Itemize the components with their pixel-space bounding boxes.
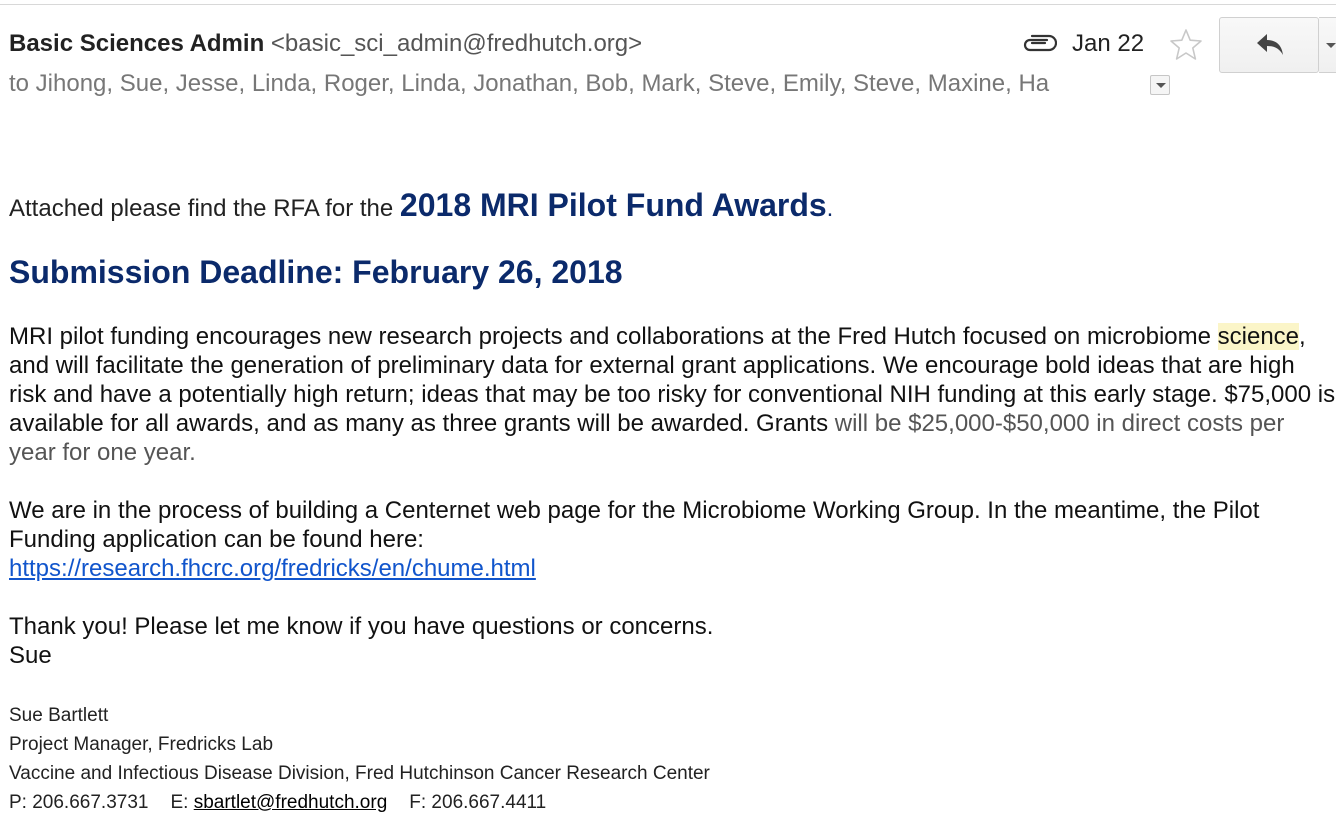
signature-title: Project Manager, Fredricks Lab bbox=[9, 734, 274, 755]
sender-email: <basic_sci_admin@fredhutch.org> bbox=[270, 30, 643, 57]
show-details-button[interactable] bbox=[1150, 75, 1170, 95]
dropdown-arrow-icon bbox=[1156, 83, 1166, 88]
signature-phone: P: 206.667.3731 bbox=[9, 792, 149, 813]
message-date: Jan 22 bbox=[1072, 30, 1145, 57]
paperclip-icon bbox=[1023, 34, 1057, 52]
highlighted-word: science bbox=[1217, 323, 1300, 350]
intro-text: Attached please find the RFA for the bbox=[9, 195, 400, 222]
para2-text: We are in the process of building a Cent… bbox=[9, 497, 1260, 553]
paragraph-funding: MRI pilot funding encourages new researc… bbox=[9, 322, 1336, 467]
submission-deadline: Submission Deadline: February 26, 2018 bbox=[9, 254, 623, 290]
signature-email-label: E: bbox=[170, 792, 194, 813]
signature-division: Vaccine and Infectious Disease Division,… bbox=[9, 763, 710, 784]
more-actions-button[interactable] bbox=[1319, 17, 1336, 73]
intro-line: Attached please find the RFA for the 201… bbox=[9, 187, 833, 224]
para1-text-a: MRI pilot funding encourages new researc… bbox=[9, 323, 1218, 350]
signoff-text: Sue bbox=[9, 642, 52, 669]
awards-title: 2018 MRI Pilot Fund Awards bbox=[399, 187, 827, 223]
recipients-line: to Jihong, Sue, Jesse, Linda, Roger, Lin… bbox=[9, 70, 1050, 97]
signature-email-link[interactable]: sbartlet@fredhutch.org bbox=[194, 792, 388, 813]
awards-period: . bbox=[826, 195, 834, 222]
signature-fax: F: 206.667.4411 bbox=[409, 792, 547, 813]
application-link[interactable]: https://research.fhcrc.org/fredricks/en/… bbox=[9, 555, 536, 582]
star-icon[interactable] bbox=[1168, 27, 1204, 63]
top-divider bbox=[0, 4, 1336, 5]
chevron-down-icon bbox=[1326, 43, 1336, 48]
reply-button[interactable] bbox=[1219, 17, 1319, 73]
thanks-text: Thank you! Please let me know if you hav… bbox=[9, 613, 714, 640]
reply-icon bbox=[1257, 34, 1283, 55]
paragraph-centernet: We are in the process of building a Cent… bbox=[9, 496, 1336, 583]
sender-line: Basic Sciences Admin <basic_sci_admin@fr… bbox=[9, 30, 642, 58]
sender-name[interactable]: Basic Sciences Admin bbox=[9, 30, 264, 57]
signature-name: Sue Bartlett bbox=[9, 705, 109, 726]
paragraph-thanks: Thank you! Please let me know if you hav… bbox=[9, 612, 1336, 670]
signature-contact: P: 206.667.3731 E: sbartlet@fredhutch.org… bbox=[9, 792, 546, 814]
